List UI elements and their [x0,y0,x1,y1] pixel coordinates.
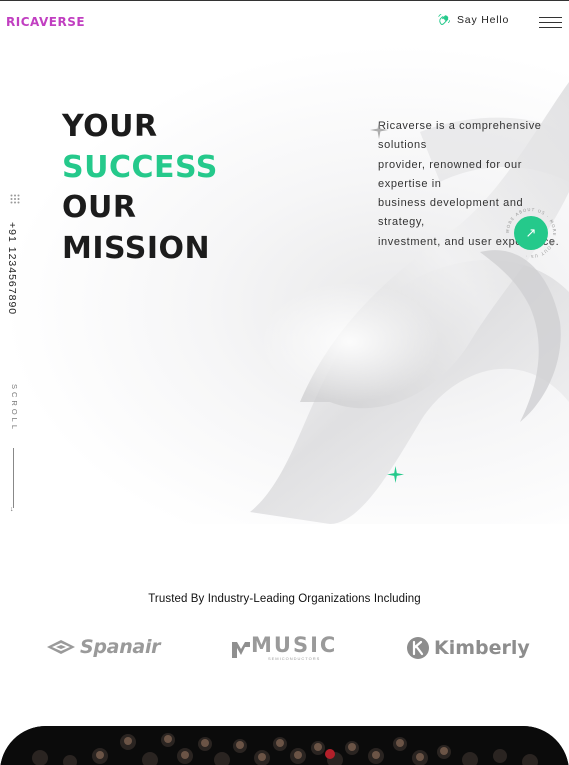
headline-line-3: OUR [62,190,137,225]
hamburger-icon-line [539,17,562,19]
say-hello-link[interactable]: Say Hello [437,13,509,27]
grid-dots-icon [10,194,20,204]
site-header: RICAVERSE Say Hello [0,1,569,41]
trusted-heading: Trusted By Industry-Leading Organization… [148,593,421,605]
partner-logo-music: MUSIC SEMICONDUCTORS [231,633,338,661]
partner-name: Spanair [80,636,161,658]
scroll-indicator-line [13,448,14,508]
headline-line-1: YOUR [62,109,158,144]
partner-name: Kimberly [434,637,530,659]
sparkle-icon [370,121,388,139]
more-about-us-cta[interactable]: MORE ABOUT US · MORE ABOUT US · ↗ [506,208,556,258]
waving-hand-icon [438,14,450,26]
description-line: provider, renowned for our [378,158,523,171]
spanair-logo-icon [47,640,75,654]
description-line: expertise in [378,177,442,190]
hero-headline: YOUR SUCCESS OUR MISSION [62,107,218,269]
scroll-label: SCROLL [10,384,19,433]
headline-line-2: SUCCESS [62,149,218,185]
hamburger-icon-line [539,22,562,24]
partner-name: MUSIC [251,633,338,657]
chevron-down-icon: ↓ [10,506,14,513]
arrow-up-right-icon[interactable]: ↗ [514,216,548,250]
hero-section: YOUR SUCCESS OUR MISSION Ricaverse is a … [0,42,569,524]
menu-button[interactable] [539,15,562,29]
description-line: Ricaverse is a comprehensive [378,120,542,132]
description-line: solutions [378,139,427,152]
partner-logo-spanair: Spanair [46,636,161,658]
say-hello-label: Say Hello [457,14,510,26]
sparkle-icon [387,466,404,483]
team-photo-band [0,726,569,765]
phone-number-link[interactable]: +91 1234567890 [6,222,18,315]
hamburger-icon-line [539,27,562,29]
music-logo-icon [232,641,250,658]
team-photo [0,726,569,765]
kimberly-logo-icon [407,637,429,659]
headline-line-4: MISSION [62,230,211,266]
partner-logo-kimberly: Kimberly [406,636,530,660]
brand-logo[interactable]: RICAVERSE [6,15,85,29]
